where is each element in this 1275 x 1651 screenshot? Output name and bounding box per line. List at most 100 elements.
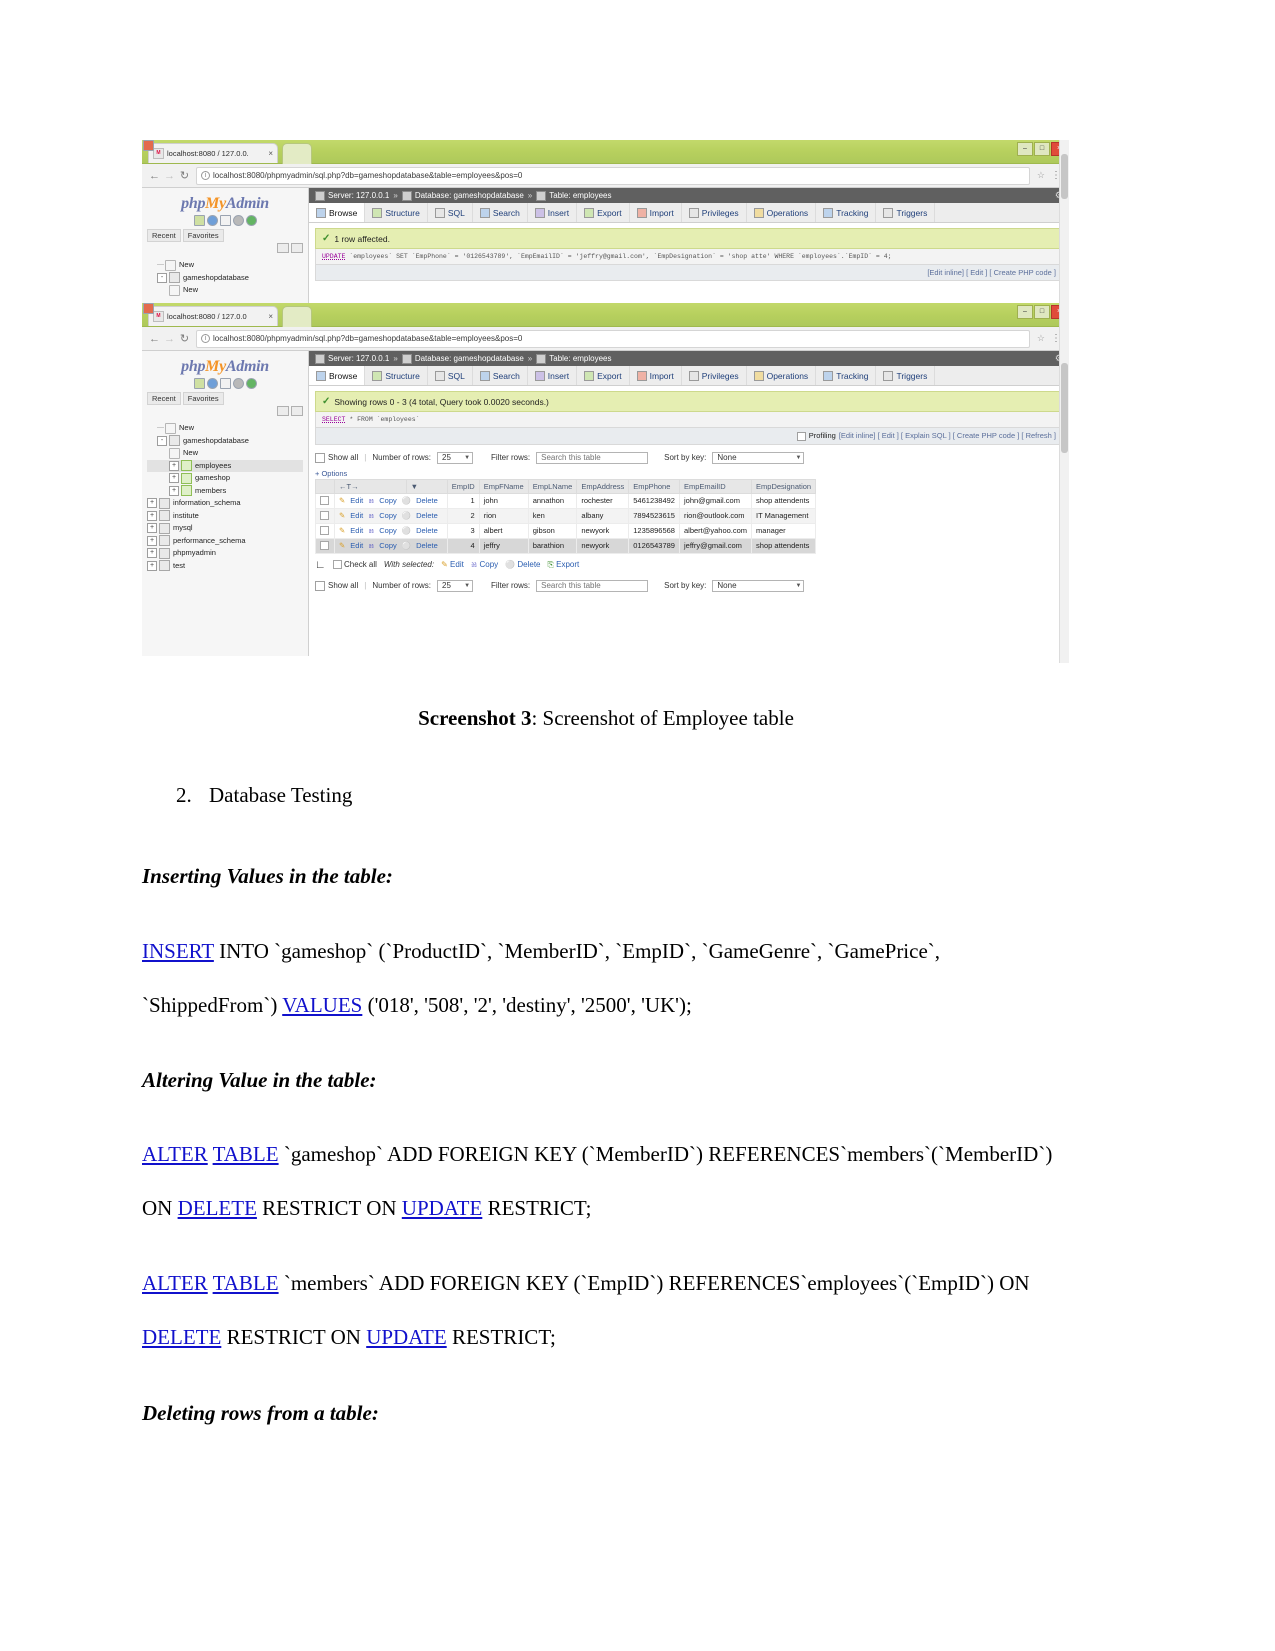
tab-structure[interactable]: Structure (365, 203, 428, 222)
globe-icon[interactable] (206, 378, 218, 389)
row-checkbox-cell[interactable] (315, 492, 335, 509)
tab-recent[interactable]: Recent (147, 229, 181, 242)
tab-triggers[interactable]: Triggers (876, 366, 936, 385)
tab-browse[interactable]: Browse (309, 366, 366, 385)
console-icon[interactable] (219, 215, 231, 226)
reload-icon[interactable]: ↻ (177, 332, 192, 345)
sort-dropdown-header[interactable]: ▼ (405, 478, 448, 494)
minimize-icon[interactable]: – (1017, 305, 1033, 319)
tree-item-gameshopdatabase[interactable]: - gameshopdatabase (147, 272, 303, 285)
tab-import[interactable]: Import (630, 203, 682, 222)
collapse-icon[interactable] (277, 243, 289, 253)
delete-icon[interactable]: ⚪ (402, 541, 411, 550)
show-all-control-2[interactable]: Show all (315, 580, 358, 591)
tab-operations[interactable]: Operations (747, 366, 817, 385)
tab-import[interactable]: Import (630, 366, 682, 385)
edit-link[interactable]: Edit (350, 496, 363, 505)
delete-link[interactable]: Delete (416, 526, 438, 535)
filter-rows-input[interactable] (536, 451, 649, 464)
address-bar-top[interactable]: i localhost:8080/phpmyadmin/sql.php?db=g… (196, 166, 1030, 185)
expander-icon[interactable]: + (147, 548, 157, 559)
logout-icon[interactable] (245, 215, 257, 226)
expander-icon[interactable]: + (169, 473, 179, 484)
number-of-rows-select[interactable]: 25 ▼ (437, 451, 474, 464)
show-all-checkbox-2[interactable] (315, 580, 325, 591)
bulk-edit-button[interactable]: ✎ Edit (441, 560, 464, 569)
expander-icon[interactable]: + (147, 510, 157, 521)
scrollbar-thumb[interactable] (1061, 363, 1068, 453)
tab-operations[interactable]: Operations (747, 203, 817, 222)
tab-favorites[interactable]: Favorites (182, 392, 224, 405)
new-tab-button[interactable] (282, 143, 312, 164)
delete-keyword-link[interactable]: DELETE (142, 1325, 221, 1349)
row-checkbox-cell[interactable] (315, 537, 335, 554)
breadcrumb-table[interactable]: Table: employees (549, 191, 611, 200)
bookmark-star-icon[interactable]: ☆ (1034, 170, 1048, 181)
settings-gear-icon[interactable] (232, 215, 244, 226)
link-icon[interactable] (291, 406, 303, 416)
delete-icon[interactable]: ⚪ (402, 496, 411, 505)
maximize-icon[interactable]: □ (1034, 305, 1050, 319)
tab-insert[interactable]: Insert (528, 366, 578, 385)
tab-privileges[interactable]: Privileges (682, 366, 747, 385)
tab-export[interactable]: Export (577, 366, 630, 385)
documentation-icon[interactable] (143, 140, 154, 151)
query-action-links[interactable]: [Edit inline] [ Edit ] [ Create PHP code… (927, 268, 1056, 277)
tab-sql[interactable]: SQL (428, 366, 473, 385)
column-header-empaddress[interactable]: EmpAddress (576, 478, 630, 494)
copy-icon[interactable]: ⎂ (368, 526, 374, 535)
row-checkbox-cell[interactable] (315, 522, 335, 539)
profiling-checkbox[interactable] (796, 431, 806, 441)
sort-by-key-select[interactable]: None ▼ (712, 451, 805, 464)
reload-icon[interactable]: ↻ (177, 169, 192, 182)
check-all-control[interactable]: Check all (332, 560, 377, 570)
edit-icon[interactable]: ✎ (339, 541, 345, 550)
vertical-scrollbar-top[interactable] (1059, 140, 1069, 306)
minimize-icon[interactable]: – (1017, 142, 1033, 156)
breadcrumb-database[interactable]: Database: gameshopdatabase (415, 191, 524, 200)
tree-item-new-table[interactable]: New (147, 447, 303, 460)
home-icon[interactable] (193, 378, 205, 389)
tree-item-information-schema[interactable]: + information_schema (147, 497, 303, 510)
column-header-empemailid[interactable]: EmpEmailID (678, 478, 753, 494)
tree-item-new[interactable]: — New (147, 259, 303, 272)
breadcrumb-database[interactable]: Database: gameshopdatabase (415, 354, 524, 363)
tree-item-mysql[interactable]: + mysql (147, 522, 303, 535)
copy-link[interactable]: Copy (379, 541, 397, 550)
site-info-icon[interactable]: i (201, 334, 210, 343)
forward-icon[interactable]: → (162, 170, 177, 182)
expander-icon[interactable]: + (169, 485, 179, 496)
show-all-control[interactable]: Show all (315, 452, 358, 463)
tab-search[interactable]: Search (473, 366, 528, 385)
update-keyword-link[interactable]: UPDATE (402, 1196, 483, 1220)
show-all-checkbox[interactable] (315, 452, 325, 463)
query-action-links[interactable]: [Edit inline] [ Edit ] [ Explain SQL ] [… (839, 431, 1056, 440)
column-header-empid[interactable]: EmpID (446, 478, 480, 494)
tree-item-gameshopdatabase[interactable]: - gameshopdatabase (147, 435, 303, 448)
expander-icon[interactable]: - (157, 435, 167, 446)
expander-icon[interactable]: + (147, 535, 157, 546)
tree-item-employees[interactable]: + employees (147, 459, 303, 472)
edit-link[interactable]: Edit (350, 541, 363, 550)
forward-icon[interactable]: → (162, 333, 177, 345)
collapse-icon[interactable] (277, 406, 289, 416)
copy-link[interactable]: Copy (379, 496, 397, 505)
address-bar-bottom[interactable]: i localhost:8080/phpmyadmin/sql.php?db=g… (196, 329, 1030, 348)
table-keyword-link[interactable]: TABLE (213, 1271, 279, 1295)
tree-item-phpmyadmin[interactable]: + phpmyadmin (147, 547, 303, 560)
number-of-rows-select-2[interactable]: 25 ▼ (437, 579, 474, 592)
edit-link[interactable]: Edit (350, 511, 363, 520)
table-keyword-link[interactable]: TABLE (213, 1142, 279, 1166)
expander-icon[interactable]: + (147, 498, 157, 509)
scrollbar-thumb[interactable] (1061, 154, 1068, 199)
tree-item-members[interactable]: + members (147, 485, 303, 498)
tab-privileges[interactable]: Privileges (682, 203, 747, 222)
documentation-icon[interactable] (143, 303, 154, 314)
bulk-copy-button[interactable]: ⎂ Copy (471, 560, 498, 570)
alter-keyword-link[interactable]: ALTER (142, 1142, 208, 1166)
bulk-export-button[interactable]: ⎘ Export (547, 560, 579, 570)
column-header-empfname[interactable]: EmpFName (478, 478, 529, 494)
row-checkbox[interactable] (320, 526, 329, 536)
filter-rows-input-2[interactable] (536, 579, 649, 592)
edit-icon[interactable]: ✎ (339, 526, 345, 535)
